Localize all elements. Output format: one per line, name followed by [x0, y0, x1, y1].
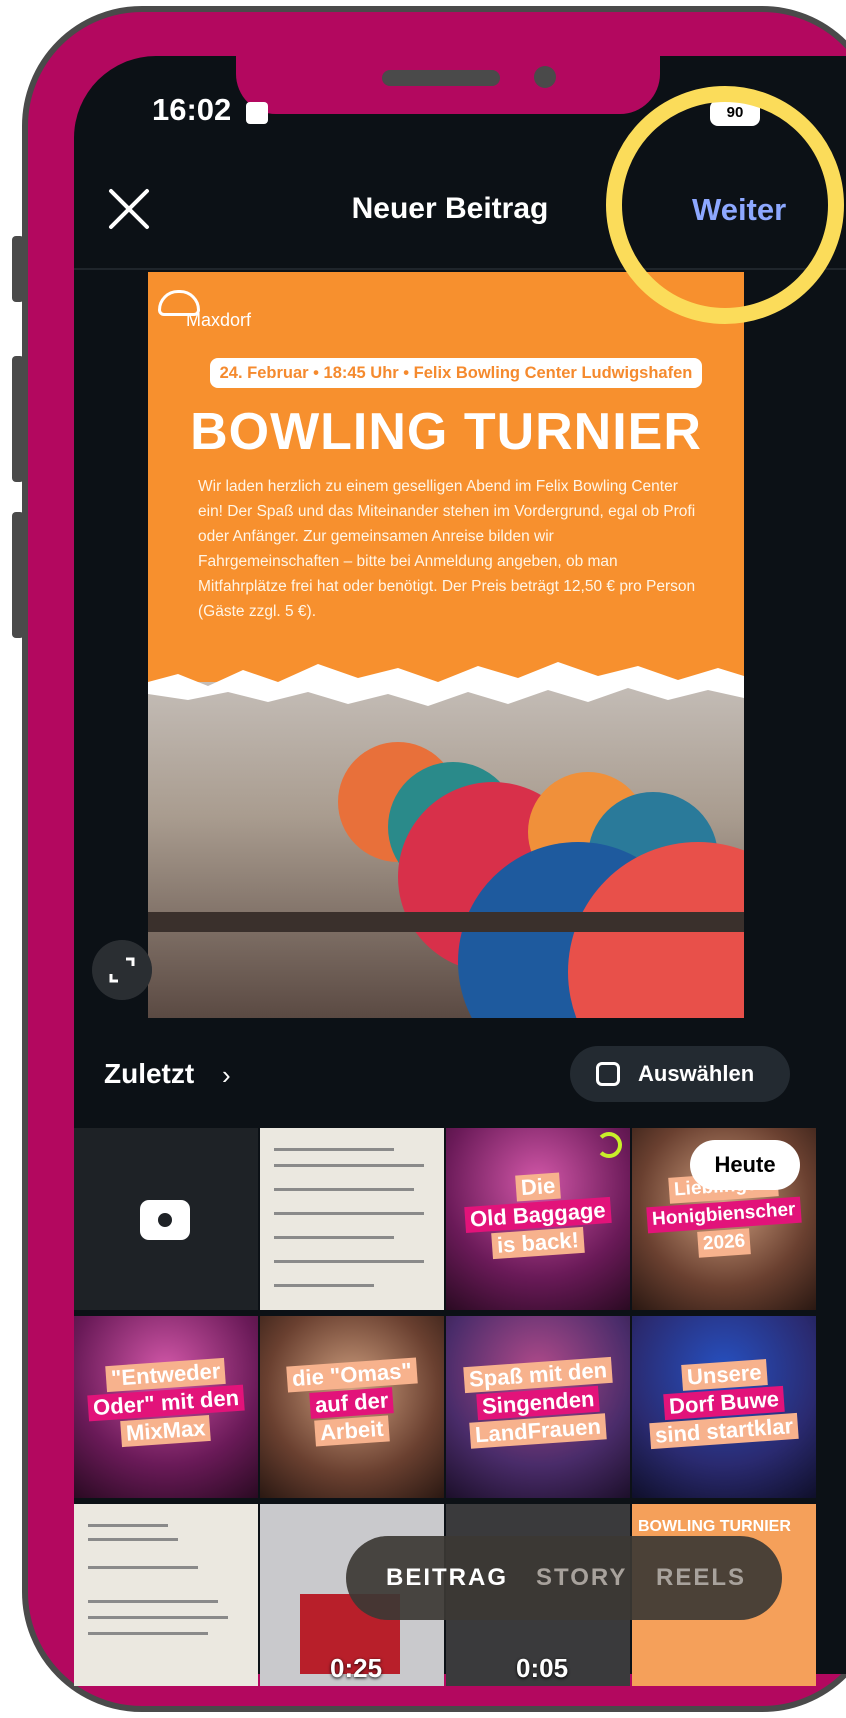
thumbnail-caption: auf der: [309, 1387, 395, 1419]
post-preview: Maxdorf 24. Februar • 18:45 Uhr • Felix …: [148, 272, 744, 1018]
mode-post-tab[interactable]: BEITRAG: [386, 1564, 508, 1592]
camera-icon: [140, 1200, 190, 1240]
gallery-thumbnail[interactable]: Unsere Dorf Buwe sind startklar: [632, 1316, 816, 1498]
volume-down-button: [12, 512, 24, 638]
gallery-thumbnail[interactable]: [74, 1504, 258, 1686]
brand-label: Maxdorf: [186, 310, 252, 330]
video-duration: 0:05: [516, 1653, 569, 1683]
torn-paper-edge: [148, 662, 744, 706]
thumbnail-caption: is back!: [491, 1226, 585, 1260]
front-camera: [534, 66, 556, 88]
thumbnail-caption: die "Omas": [286, 1357, 418, 1393]
notch: [236, 56, 660, 114]
highlight-circle: [606, 86, 844, 324]
bowling-balls-photo: [148, 682, 744, 1018]
poster-title: BOWLING TURNIER: [190, 403, 702, 461]
thumbnail-caption: BOWLING TURNIER: [638, 1518, 791, 1535]
mode-story-tab[interactable]: STORY: [536, 1564, 627, 1592]
thumbnail-caption: Arbeit: [314, 1415, 390, 1447]
mode-reels-tab[interactable]: REELS: [656, 1564, 746, 1592]
thumbnail-caption: Old Baggage: [464, 1196, 612, 1234]
mute-switch: [12, 236, 24, 302]
gallery-thumbnail[interactable]: [260, 1128, 444, 1310]
status-time: 16:02: [152, 92, 232, 127]
gallery-thumbnail[interactable]: die "Omas" auf der Arbeit: [260, 1316, 444, 1498]
poster-body: Wir laden herzlich zu einem geselligen A…: [198, 478, 696, 620]
camera-tile[interactable]: [74, 1128, 258, 1310]
volume-up-button: [12, 356, 24, 482]
post-type-switcher: BEITRAG STORY REELS: [346, 1536, 782, 1620]
video-duration: 0:25: [330, 1653, 383, 1683]
select-label: Auswählen: [638, 1061, 755, 1086]
event-date-line: 24. Februar • 18:45 Uhr • Felix Bowling …: [210, 358, 702, 388]
thumbnail-caption: 2026: [697, 1228, 751, 1258]
chevron-right-icon[interactable]: ›: [222, 1060, 231, 1091]
thumbnail-caption: MixMax: [120, 1414, 212, 1448]
gallery-thumbnail[interactable]: Spaß mit den Singenden LandFrauen: [446, 1316, 630, 1498]
thumbnail-caption: Die: [515, 1172, 561, 1202]
multi-select-icon: [596, 1062, 620, 1086]
select-multiple-button[interactable]: Auswählen: [570, 1046, 790, 1102]
speaker-grille: [382, 70, 500, 86]
gallery-thumbnail[interactable]: "Entweder Oder" mit den MixMax: [74, 1316, 258, 1498]
album-selector[interactable]: Zuletzt: [104, 1058, 194, 1090]
thumbnail-caption: Unsere: [680, 1359, 768, 1391]
person-status-icon: [246, 102, 268, 124]
poster-header: Maxdorf 24. Februar • 18:45 Uhr • Felix …: [148, 272, 744, 692]
gallery-thumbnail[interactable]: Die Old Baggage is back!: [446, 1128, 630, 1310]
expand-icon[interactable]: [92, 940, 152, 1000]
today-badge: Heute: [690, 1140, 800, 1190]
